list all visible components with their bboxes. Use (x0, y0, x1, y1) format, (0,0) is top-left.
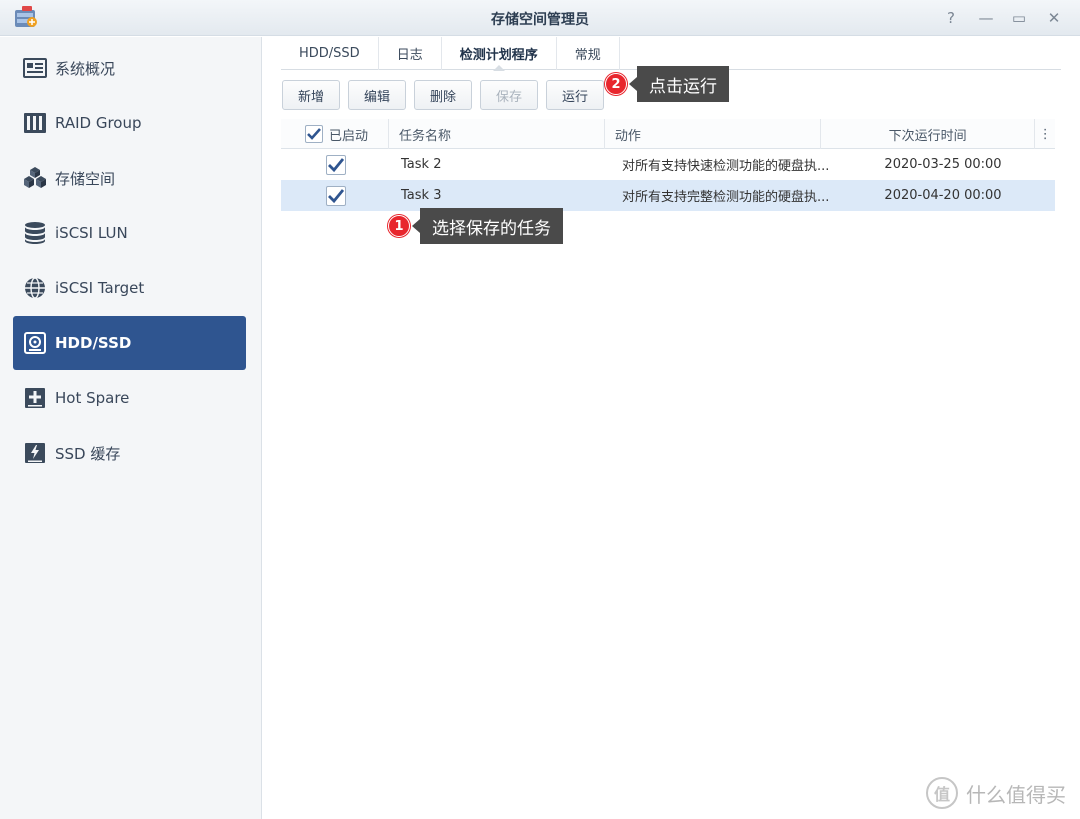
database-icon (22, 220, 48, 246)
check-icon (307, 128, 321, 140)
sidebar-item-label: iSCSI LUN (55, 224, 128, 242)
save-button[interactable]: 保存 (480, 80, 538, 110)
header-action[interactable]: 动作 (605, 119, 821, 149)
hot-spare-icon (22, 385, 48, 411)
action-cell: 对所有支持完整检测功能的硬盘执... (622, 190, 830, 205)
callout-step-1: 1 选择保存的任务 (388, 208, 563, 244)
globe-icon (22, 275, 48, 301)
sidebar-item-label: 存储空间 (55, 169, 116, 188)
raid-icon (22, 110, 48, 136)
overview-icon (22, 55, 48, 81)
tab-hdd-ssd[interactable]: HDD/SSD (281, 37, 379, 70)
column-menu-icon[interactable]: ⋮ (1035, 119, 1055, 149)
callout-text: 点击运行 (629, 66, 729, 102)
run-button[interactable]: 运行 (546, 80, 604, 110)
action-cell: 对所有支持快速检测功能的硬盘执... (622, 159, 830, 174)
sidebar-item-label: Hot Spare (55, 389, 130, 407)
callout-text: 选择保存的任务 (412, 208, 563, 244)
watermark: 值 什么值得买 (926, 777, 1066, 809)
create-button[interactable]: 新增 (282, 80, 340, 110)
next-run-cell: 2020-04-20 00:00 (884, 188, 1002, 203)
storage-manager-window: 存储空间管理员 ? — ▭ ✕ 系统概况 RAID Group 存储空间 iSC… (0, 0, 1080, 819)
check-icon (328, 157, 345, 172)
sidebar-item-label: iSCSI Target (55, 279, 145, 297)
callout-step-2: 2 点击运行 (605, 66, 729, 102)
task-table: 已启动 任务名称 动作 下次运行时间 ⋮ Task 2 对所有支持快速检测功能的… (281, 119, 1055, 211)
sidebar: 系统概况 RAID Group 存储空间 iSCSI LUN iSCSI Tar… (0, 37, 262, 819)
sidebar-item-iscsi-target[interactable]: iSCSI Target (13, 261, 246, 315)
header-enabled[interactable]: 已启动 (281, 119, 389, 149)
step-badge: 1 (388, 215, 410, 237)
enabled-cell (281, 180, 391, 211)
watermark-text: 什么值得买 (966, 782, 1066, 807)
check-icon (328, 188, 345, 203)
task-name-cell: Task 2 (401, 157, 442, 172)
sidebar-item-label: HDD/SSD (55, 334, 132, 352)
tab-log[interactable]: 日志 (379, 37, 442, 70)
enabled-checkbox[interactable] (326, 154, 346, 175)
sidebar-item-overview[interactable]: 系统概况 (13, 41, 246, 95)
table-header: 已启动 任务名称 动作 下次运行时间 ⋮ (281, 119, 1055, 149)
next-run-cell: 2020-03-25 00:00 (884, 157, 1002, 172)
enabled-checkbox[interactable] (326, 185, 346, 206)
maximize-button[interactable]: ▭ (1008, 7, 1030, 29)
sidebar-item-hdd-ssd[interactable]: HDD/SSD (13, 316, 246, 370)
sidebar-item-ssd-cache[interactable]: SSD 缓存 (13, 426, 246, 480)
sidebar-item-label: RAID Group (55, 114, 142, 132)
ssd-cache-icon (22, 440, 48, 466)
sidebar-item-label: SSD 缓存 (55, 444, 121, 463)
sidebar-item-hot-spare[interactable]: Hot Spare (13, 371, 246, 425)
edit-button[interactable]: 编辑 (348, 80, 406, 110)
minimize-button[interactable]: — (975, 7, 997, 29)
sidebar-item-raid-group[interactable]: RAID Group (13, 96, 246, 150)
help-button[interactable]: ? (940, 7, 962, 29)
sidebar-item-label: 系统概况 (55, 59, 116, 78)
step-badge: 2 (605, 73, 627, 95)
table-row[interactable]: Task 3 对所有支持完整检测功能的硬盘执... 2020-04-20 00:… (281, 180, 1055, 211)
enabled-cell (281, 149, 391, 180)
sidebar-item-storage-volume[interactable]: 存储空间 (13, 151, 246, 205)
hdd-icon (22, 330, 48, 356)
task-name-cell: Task 3 (401, 188, 442, 203)
title-bar: 存储空间管理员 ? — ▭ ✕ (0, 0, 1080, 36)
window-title: 存储空间管理员 (491, 12, 589, 28)
header-enabled-label: 已启动 (329, 128, 369, 144)
watermark-logo: 值 (926, 777, 958, 809)
table-row[interactable]: Task 2 对所有支持快速检测功能的硬盘执... 2020-03-25 00:… (281, 149, 1055, 180)
close-button[interactable]: ✕ (1043, 7, 1065, 29)
select-all-checkbox[interactable] (305, 125, 323, 143)
storage-cubes-icon (22, 165, 48, 191)
header-task-name[interactable]: 任务名称 (389, 119, 605, 149)
toolbar: 新增 编辑 删除 保存 运行 (282, 80, 604, 110)
header-next-run[interactable]: 下次运行时间 (821, 119, 1036, 149)
main-panel: HDD/SSD 日志 检测计划程序 常规 新增 编辑 删除 保存 运行 已启动 … (263, 37, 1080, 819)
tab-test-scheduler[interactable]: 检测计划程序 (442, 37, 557, 71)
sidebar-item-iscsi-lun[interactable]: iSCSI LUN (13, 206, 246, 260)
delete-button[interactable]: 删除 (414, 80, 472, 110)
